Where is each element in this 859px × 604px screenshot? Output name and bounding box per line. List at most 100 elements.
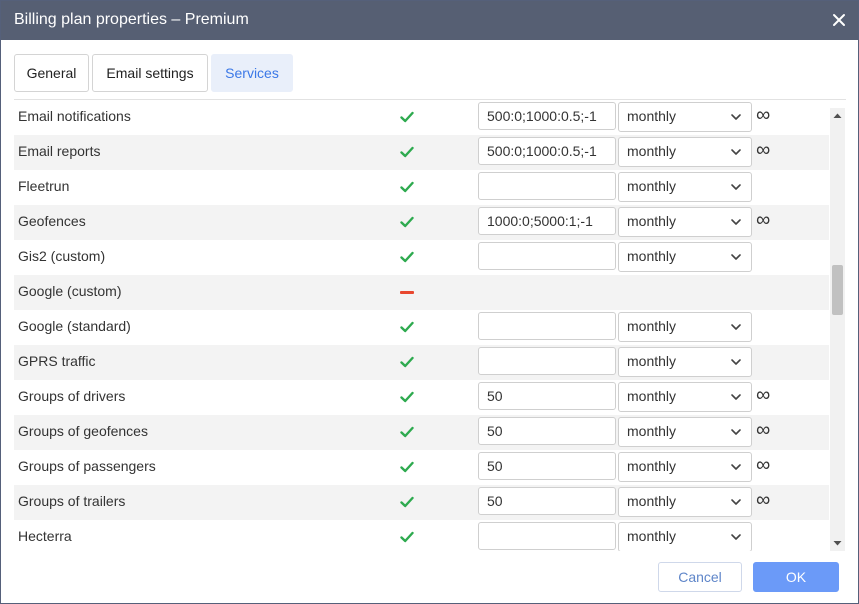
service-row: Gis2 (custom) monthly bbox=[14, 240, 829, 275]
check-icon[interactable] bbox=[400, 110, 414, 124]
period-label: monthly bbox=[627, 143, 677, 159]
service-name: Groups of trailers bbox=[18, 493, 126, 509]
service-name: Geofences bbox=[18, 213, 86, 229]
infinity-icon[interactable]: ∞ bbox=[756, 138, 770, 162]
chevron-down-icon bbox=[731, 394, 741, 400]
service-limit-input[interactable] bbox=[478, 452, 616, 480]
period-select[interactable]: monthly bbox=[618, 522, 752, 551]
period-select[interactable]: monthly bbox=[618, 382, 752, 412]
chevron-down-icon bbox=[731, 149, 741, 155]
service-name: Groups of drivers bbox=[18, 388, 126, 404]
period-label: monthly bbox=[627, 178, 677, 194]
period-select[interactable]: monthly bbox=[618, 137, 752, 167]
service-limit-input[interactable] bbox=[478, 242, 616, 270]
service-row: Email reports monthly ∞ bbox=[14, 135, 829, 170]
dash-icon[interactable] bbox=[400, 285, 414, 299]
service-limit-input[interactable] bbox=[478, 347, 616, 375]
check-icon[interactable] bbox=[400, 320, 414, 334]
chevron-down-icon bbox=[731, 429, 741, 435]
period-select[interactable]: monthly bbox=[618, 172, 752, 202]
chevron-down-icon bbox=[731, 219, 741, 225]
service-limit-input[interactable] bbox=[478, 312, 616, 340]
title-bar: Billing plan properties – Premium bbox=[1, 1, 858, 40]
service-limit-input[interactable] bbox=[478, 137, 616, 165]
billing-plan-dialog: Billing plan properties – Premium Genera… bbox=[0, 0, 859, 604]
service-limit-input[interactable] bbox=[478, 207, 616, 235]
period-label: monthly bbox=[627, 458, 677, 474]
period-select[interactable]: monthly bbox=[618, 487, 752, 517]
chevron-down-icon bbox=[731, 254, 741, 260]
service-limit-input[interactable] bbox=[478, 102, 616, 130]
infinity-icon[interactable]: ∞ bbox=[756, 208, 770, 232]
period-label: monthly bbox=[627, 213, 677, 229]
scroll-up-arrow-icon[interactable] bbox=[832, 111, 843, 121]
infinity-icon[interactable]: ∞ bbox=[756, 383, 770, 407]
period-label: monthly bbox=[627, 388, 677, 404]
service-row: GPRS traffic monthly bbox=[14, 345, 829, 380]
chevron-down-icon bbox=[731, 359, 741, 365]
service-name: Groups of passengers bbox=[18, 458, 156, 474]
service-limit-input[interactable] bbox=[478, 487, 616, 515]
service-name: GPRS traffic bbox=[18, 353, 96, 369]
dialog-title: Billing plan properties – Premium bbox=[14, 11, 249, 28]
service-row: Groups of trailers monthly ∞ bbox=[14, 485, 829, 520]
period-select[interactable]: monthly bbox=[618, 347, 752, 377]
check-icon[interactable] bbox=[400, 215, 414, 229]
scrollbar-thumb[interactable] bbox=[832, 265, 843, 315]
check-icon[interactable] bbox=[400, 530, 414, 544]
service-name: Google (standard) bbox=[18, 318, 131, 334]
check-icon[interactable] bbox=[400, 460, 414, 474]
chevron-down-icon bbox=[731, 464, 741, 470]
infinity-icon[interactable]: ∞ bbox=[756, 418, 770, 442]
tab-general[interactable]: General bbox=[14, 54, 89, 92]
service-name: Google (custom) bbox=[18, 283, 122, 299]
period-select[interactable]: monthly bbox=[618, 242, 752, 272]
period-label: monthly bbox=[627, 493, 677, 509]
check-icon[interactable] bbox=[400, 250, 414, 264]
period-label: monthly bbox=[627, 318, 677, 334]
ok-button[interactable]: OK bbox=[753, 562, 839, 592]
service-row: Groups of geofences monthly ∞ bbox=[14, 415, 829, 450]
period-select[interactable]: monthly bbox=[618, 312, 752, 342]
infinity-icon[interactable]: ∞ bbox=[756, 488, 770, 512]
service-limit-input[interactable] bbox=[478, 382, 616, 410]
cancel-button[interactable]: Cancel bbox=[658, 562, 742, 592]
service-limit-input[interactable] bbox=[478, 172, 616, 200]
check-icon[interactable] bbox=[400, 180, 414, 194]
services-list: Email notificationsmonthly∞Email reports… bbox=[14, 100, 829, 551]
service-row: Google (custom) bbox=[14, 275, 829, 310]
service-row: Fleetrun monthly bbox=[14, 170, 829, 205]
tab-services[interactable]: Services bbox=[211, 54, 293, 92]
chevron-down-icon bbox=[731, 534, 741, 540]
check-icon[interactable] bbox=[400, 390, 414, 404]
service-name: Fleetrun bbox=[18, 178, 70, 194]
period-label: monthly bbox=[627, 353, 677, 369]
service-row: Hecterra monthly bbox=[14, 520, 829, 551]
service-name: Email notifications bbox=[18, 108, 131, 124]
scroll-down-arrow-icon[interactable] bbox=[832, 538, 843, 548]
tab-email-settings[interactable]: Email settings bbox=[92, 54, 208, 92]
period-select[interactable]: monthly bbox=[618, 207, 752, 237]
period-label: monthly bbox=[627, 423, 677, 439]
chevron-down-icon bbox=[731, 184, 741, 190]
scrollbar[interactable] bbox=[830, 108, 845, 551]
check-icon[interactable] bbox=[400, 425, 414, 439]
close-icon[interactable] bbox=[830, 11, 848, 29]
service-row: Groups of drivers monthly ∞ bbox=[14, 380, 829, 415]
service-limit-input[interactable] bbox=[478, 522, 616, 550]
infinity-icon[interactable]: ∞ bbox=[756, 103, 770, 127]
service-limit-input[interactable] bbox=[478, 417, 616, 445]
period-select[interactable]: monthly bbox=[618, 417, 752, 447]
service-row: Groups of passengers monthly ∞ bbox=[14, 450, 829, 485]
period-select[interactable]: monthly bbox=[618, 102, 752, 132]
service-name: Gis2 (custom) bbox=[18, 248, 106, 264]
check-icon[interactable] bbox=[400, 145, 414, 159]
period-label: monthly bbox=[627, 108, 677, 124]
period-select[interactable]: monthly bbox=[618, 452, 752, 482]
infinity-icon[interactable]: ∞ bbox=[756, 453, 770, 477]
service-name: Groups of geofences bbox=[18, 423, 148, 439]
period-label: monthly bbox=[627, 248, 677, 264]
check-icon[interactable] bbox=[400, 355, 414, 369]
chevron-down-icon bbox=[731, 499, 741, 505]
check-icon[interactable] bbox=[400, 495, 414, 509]
